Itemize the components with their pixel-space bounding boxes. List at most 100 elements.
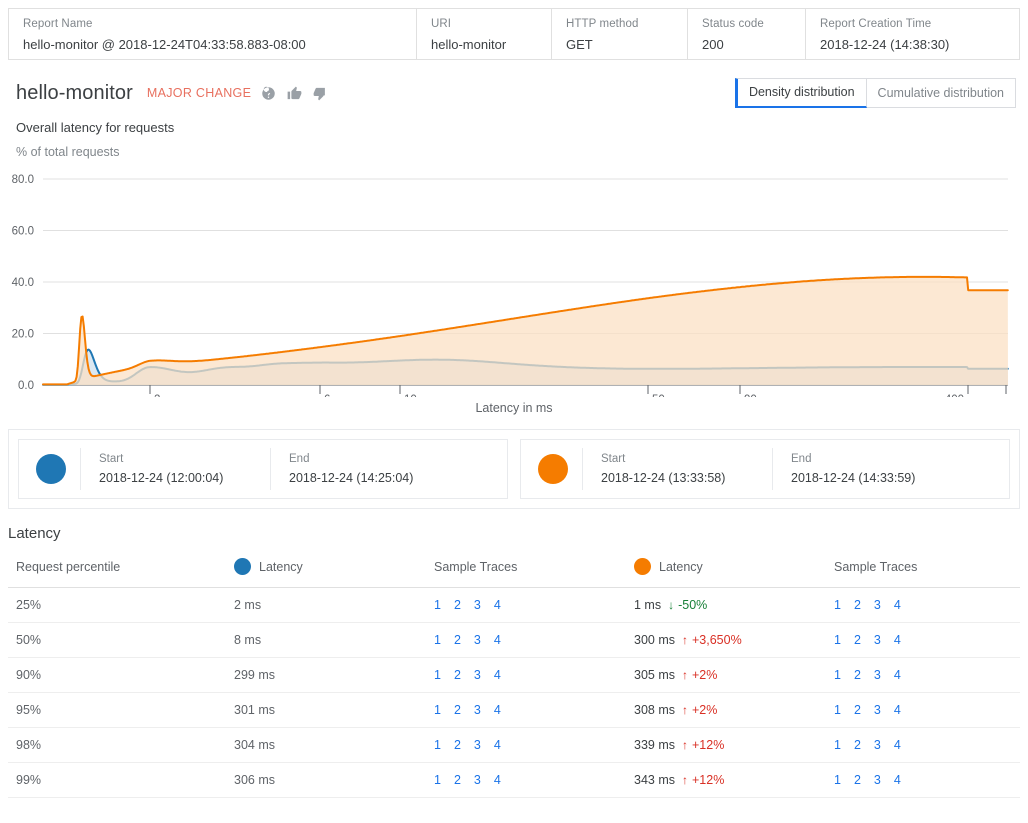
sample-trace-link[interactable]: 1 bbox=[834, 738, 841, 752]
sample-trace-link[interactable]: 4 bbox=[894, 773, 901, 787]
sample-trace-link[interactable]: 4 bbox=[894, 703, 901, 717]
time-range-legend: Start 2018-12-24 (12:00:04) End 2018-12-… bbox=[8, 429, 1020, 509]
table-row: 95%301 ms1234308 ms↑+2%1234 bbox=[8, 693, 1020, 728]
svg-text:90: 90 bbox=[744, 394, 757, 397]
svg-text:80.0: 80.0 bbox=[12, 174, 34, 186]
chart-subtitle: Overall latency for requests bbox=[16, 120, 1028, 135]
arrow-up-icon: ↑ bbox=[682, 738, 688, 752]
sample-trace-link[interactable]: 2 bbox=[454, 598, 461, 612]
sample-trace-link[interactable]: 3 bbox=[474, 633, 481, 647]
meta-cell-report-name: Report Name hello-monitor @ 2018-12-24T0… bbox=[9, 9, 417, 59]
sample-trace-link[interactable]: 1 bbox=[434, 738, 441, 752]
sample-trace-link[interactable]: 2 bbox=[854, 598, 861, 612]
sample-trace-link[interactable]: 1 bbox=[434, 598, 441, 612]
cell-latency-comparison: 343 ms↑+12% bbox=[626, 763, 826, 798]
tab-density-distribution[interactable]: Density distribution bbox=[735, 78, 867, 108]
thumb-down-icon[interactable] bbox=[312, 85, 329, 102]
chart-x-axis-title: Latency in ms bbox=[0, 401, 1028, 415]
sample-trace-link[interactable]: 1 bbox=[434, 633, 441, 647]
sample-trace-link[interactable]: 4 bbox=[894, 633, 901, 647]
arrow-down-icon: ↓ bbox=[668, 598, 674, 612]
thumb-up-icon[interactable] bbox=[286, 85, 303, 102]
cell-latency-comparison: 300 ms↑+3,650% bbox=[626, 623, 826, 658]
sample-trace-link[interactable]: 1 bbox=[834, 703, 841, 717]
sample-trace-link[interactable]: 4 bbox=[894, 668, 901, 682]
sample-trace-link[interactable]: 4 bbox=[494, 773, 501, 787]
table-row: 98%304 ms1234339 ms↑+12%1234 bbox=[8, 728, 1020, 763]
sample-trace-link[interactable]: 1 bbox=[834, 598, 841, 612]
sample-trace-link[interactable]: 2 bbox=[854, 633, 861, 647]
latency-value: 308 ms bbox=[634, 703, 675, 717]
tab-cumulative-distribution[interactable]: Cumulative distribution bbox=[867, 78, 1016, 108]
meta-label-status-code: Status code bbox=[702, 17, 791, 31]
sample-trace-link[interactable]: 1 bbox=[834, 633, 841, 647]
sample-trace-link[interactable]: 2 bbox=[854, 668, 861, 682]
legend-dot-blue bbox=[36, 454, 66, 484]
meta-cell-uri: URI hello-monitor bbox=[417, 9, 552, 59]
col-label-request-percentile: Request percentile bbox=[16, 560, 120, 574]
sample-trace-link[interactable]: 3 bbox=[874, 773, 881, 787]
legend-label-end-baseline: End bbox=[289, 452, 481, 467]
sample-trace-link[interactable]: 1 bbox=[434, 703, 441, 717]
sample-trace-link[interactable]: 3 bbox=[874, 668, 881, 682]
sample-trace-link[interactable]: 4 bbox=[494, 738, 501, 752]
legend-field-start-comparison: Start 2018-12-24 (13:33:58) bbox=[582, 448, 772, 490]
sample-trace-link[interactable]: 3 bbox=[874, 738, 881, 752]
page-title: hello-monitor bbox=[16, 82, 133, 105]
meta-cell-report-creation-time: Report Creation Time 2018-12-24 (14:38:3… bbox=[806, 9, 1019, 59]
sample-trace-link[interactable]: 4 bbox=[494, 598, 501, 612]
table-row: 25%2 ms12341 ms↓-50%1234 bbox=[8, 588, 1020, 623]
sample-trace-link[interactable]: 3 bbox=[474, 773, 481, 787]
sample-trace-link[interactable]: 4 bbox=[894, 598, 901, 612]
table-row: 90%299 ms1234305 ms↑+2%1234 bbox=[8, 658, 1020, 693]
legend-label-end-comparison: End bbox=[791, 452, 983, 467]
sample-trace-link[interactable]: 3 bbox=[474, 738, 481, 752]
col-sample-traces-comparison: Sample Traces bbox=[826, 552, 1020, 588]
cell-sample-traces-comparison: 1234 bbox=[826, 623, 1020, 658]
sample-trace-link[interactable]: 2 bbox=[854, 703, 861, 717]
latency-delta: +3,650% bbox=[692, 633, 742, 647]
sample-trace-link[interactable]: 3 bbox=[474, 668, 481, 682]
sample-trace-link[interactable]: 1 bbox=[434, 773, 441, 787]
col-label-latency-baseline: Latency bbox=[259, 560, 303, 574]
sample-trace-link[interactable]: 3 bbox=[474, 598, 481, 612]
sample-trace-link[interactable]: 2 bbox=[854, 738, 861, 752]
sample-trace-link[interactable]: 3 bbox=[474, 703, 481, 717]
chart-svg: 0.020.040.060.080.026105090400 bbox=[0, 167, 1028, 397]
sample-trace-link[interactable]: 1 bbox=[834, 668, 841, 682]
sample-trace-link[interactable]: 4 bbox=[494, 633, 501, 647]
legend-field-end-baseline: End 2018-12-24 (14:25:04) bbox=[270, 448, 499, 490]
sample-trace-link[interactable]: 1 bbox=[434, 668, 441, 682]
meta-value-report-creation-time: 2018-12-24 (14:38:30) bbox=[820, 37, 1005, 53]
sample-trace-link[interactable]: 3 bbox=[874, 598, 881, 612]
svg-text:400: 400 bbox=[945, 394, 964, 397]
svg-text:40.0: 40.0 bbox=[12, 277, 34, 289]
sample-trace-link[interactable]: 1 bbox=[834, 773, 841, 787]
sample-trace-link[interactable]: 3 bbox=[874, 633, 881, 647]
sample-trace-link[interactable]: 2 bbox=[454, 738, 461, 752]
latency-delta: +2% bbox=[692, 668, 717, 682]
sample-trace-link[interactable]: 3 bbox=[874, 703, 881, 717]
help-circle-icon[interactable] bbox=[260, 85, 277, 102]
col-label-latency-comparison: Latency bbox=[659, 560, 703, 574]
svg-text:10: 10 bbox=[404, 394, 417, 397]
sample-trace-link[interactable]: 2 bbox=[854, 773, 861, 787]
sample-trace-link[interactable]: 4 bbox=[494, 668, 501, 682]
sample-trace-link[interactable]: 2 bbox=[454, 633, 461, 647]
sample-trace-link[interactable]: 2 bbox=[454, 773, 461, 787]
cell-sample-traces-comparison: 1234 bbox=[826, 588, 1020, 623]
sample-trace-link[interactable]: 4 bbox=[494, 703, 501, 717]
sample-trace-link[interactable]: 2 bbox=[454, 668, 461, 682]
svg-text:60.0: 60.0 bbox=[12, 226, 34, 238]
cell-sample-traces-comparison: 1234 bbox=[826, 658, 1020, 693]
latency-delta: +12% bbox=[692, 773, 724, 787]
sample-trace-link[interactable]: 4 bbox=[894, 738, 901, 752]
latency-section-title: Latency bbox=[8, 525, 1028, 542]
cell-request-percentile: 98% bbox=[8, 728, 226, 763]
sample-trace-link[interactable]: 2 bbox=[454, 703, 461, 717]
legend-field-end-comparison: End 2018-12-24 (14:33:59) bbox=[772, 448, 1001, 490]
col-request-percentile: Request percentile bbox=[8, 552, 226, 588]
header-dot-orange bbox=[634, 558, 651, 575]
cell-latency-baseline: 2 ms bbox=[226, 588, 426, 623]
col-sample-traces-baseline: Sample Traces bbox=[426, 552, 626, 588]
